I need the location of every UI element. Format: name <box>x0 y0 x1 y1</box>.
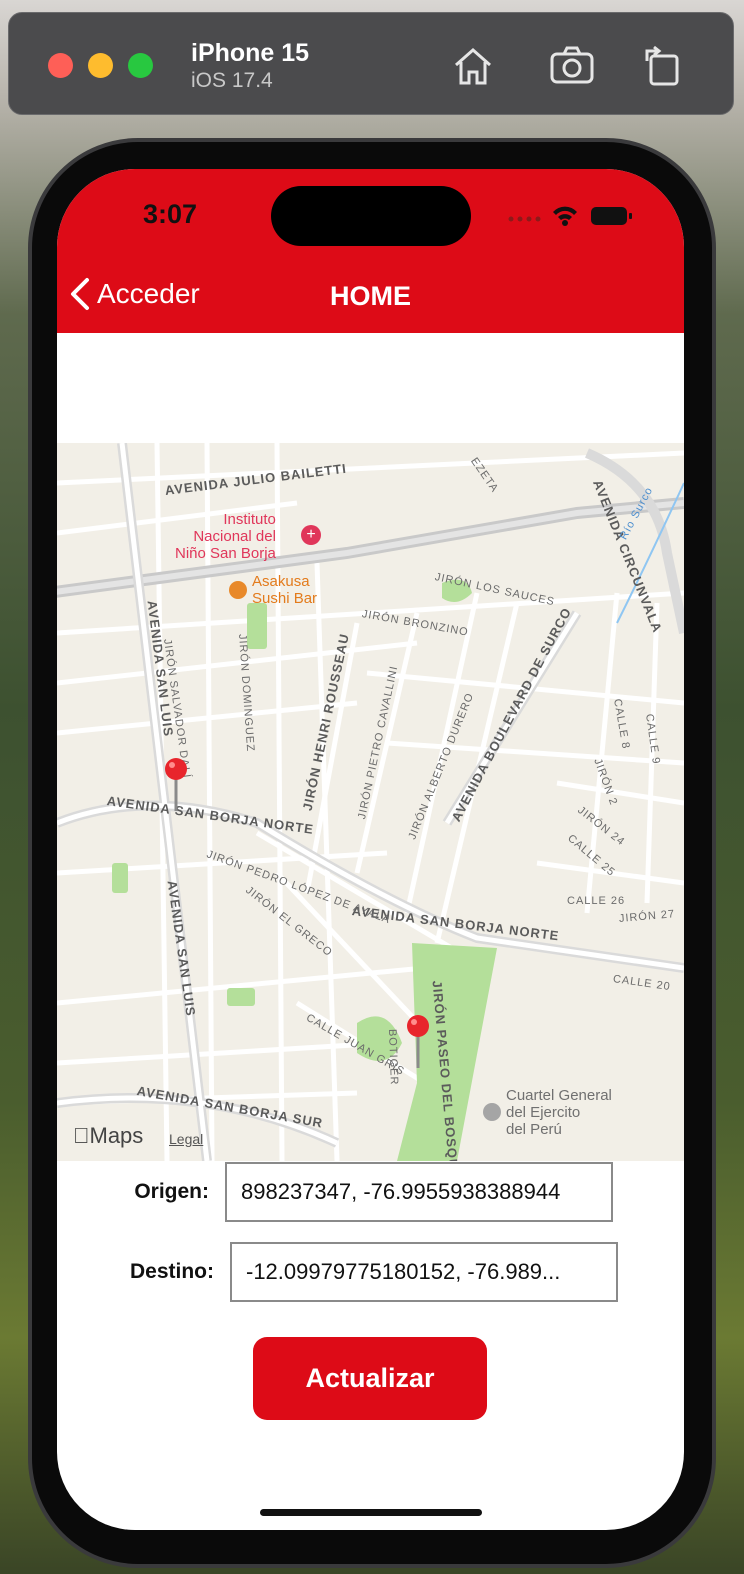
header-bar: 3:07 Acceder HOME <box>57 169 684 333</box>
battery-icon <box>591 207 632 225</box>
origin-row: Origen: 898237347, -76.9955938388944 <box>57 1162 613 1222</box>
app-screen: 3:07 Acceder HOME AVENIDA JULIO BAILETTI… <box>57 169 684 1530</box>
destination-field[interactable]: -12.09979775180152, -76.989... <box>230 1242 618 1302</box>
status-time: 3:07 <box>143 199 198 229</box>
poi-hospital[interactable]: Instituto Nacional del Niño San Borja <box>175 511 276 562</box>
military-icon <box>483 1103 501 1121</box>
poi-label: del Ejercito <box>506 1104 581 1121</box>
home-icon[interactable] <box>450 43 496 89</box>
maps-brand: Maps <box>73 1123 144 1148</box>
rotate-icon[interactable] <box>639 43 685 89</box>
apple-icon:  <box>73 1123 90 1148</box>
poi-label: Asakusa <box>252 573 310 590</box>
restaurant-icon <box>229 581 247 599</box>
street-label: BOTIGER <box>386 1028 400 1086</box>
poi-army[interactable]: Cuartel General del Ejercito del Perú <box>506 1087 612 1138</box>
minimize-window-button[interactable] <box>88 53 113 78</box>
poi-label: del Perú <box>506 1121 562 1138</box>
os-version: iOS 17.4 <box>191 69 273 92</box>
origin-pin-icon[interactable] <box>163 757 189 813</box>
hospital-icon: + <box>301 525 321 545</box>
destination-pin-icon[interactable] <box>405 1014 431 1070</box>
wifi-icon <box>553 206 577 226</box>
page-title: HOME <box>330 281 411 311</box>
apple-maps-logo: Maps <box>73 1123 143 1149</box>
poi-label: Niño San Borja <box>175 545 276 562</box>
map-view[interactable]: AVENIDA JULIO BAILETTI AVENIDA SAN LUIS … <box>57 443 684 1161</box>
origin-field[interactable]: 898237347, -76.9955938388944 <box>225 1162 613 1222</box>
update-button[interactable]: Actualizar <box>253 1337 487 1420</box>
device-name: iPhone 15 <box>191 39 310 67</box>
destination-label: Destino: <box>130 1260 214 1283</box>
origin-label: Origen: <box>134 1180 209 1203</box>
close-window-button[interactable] <box>48 53 73 78</box>
street-label: CALLE 26 <box>567 895 626 907</box>
screenshot-icon[interactable] <box>549 43 595 89</box>
legal-link[interactable]: Legal <box>169 1131 203 1147</box>
simulator-toolbar: iPhone 15 iOS 17.4 <box>8 12 734 115</box>
signal-icon <box>508 216 541 222</box>
dynamic-island <box>271 186 471 246</box>
zoom-window-button[interactable] <box>128 53 153 78</box>
poi-sushi[interactable]: Asakusa Sushi Bar <box>252 573 317 607</box>
poi-label: Cuartel General <box>506 1087 612 1104</box>
status-indicators <box>505 203 635 229</box>
poi-label: Nacional del <box>193 528 276 545</box>
destination-row: Destino: -12.09979775180152, -76.989... <box>57 1242 618 1302</box>
home-indicator[interactable] <box>260 1509 482 1516</box>
poi-label: Instituto <box>223 511 276 528</box>
poi-label: Sushi Bar <box>252 590 318 607</box>
